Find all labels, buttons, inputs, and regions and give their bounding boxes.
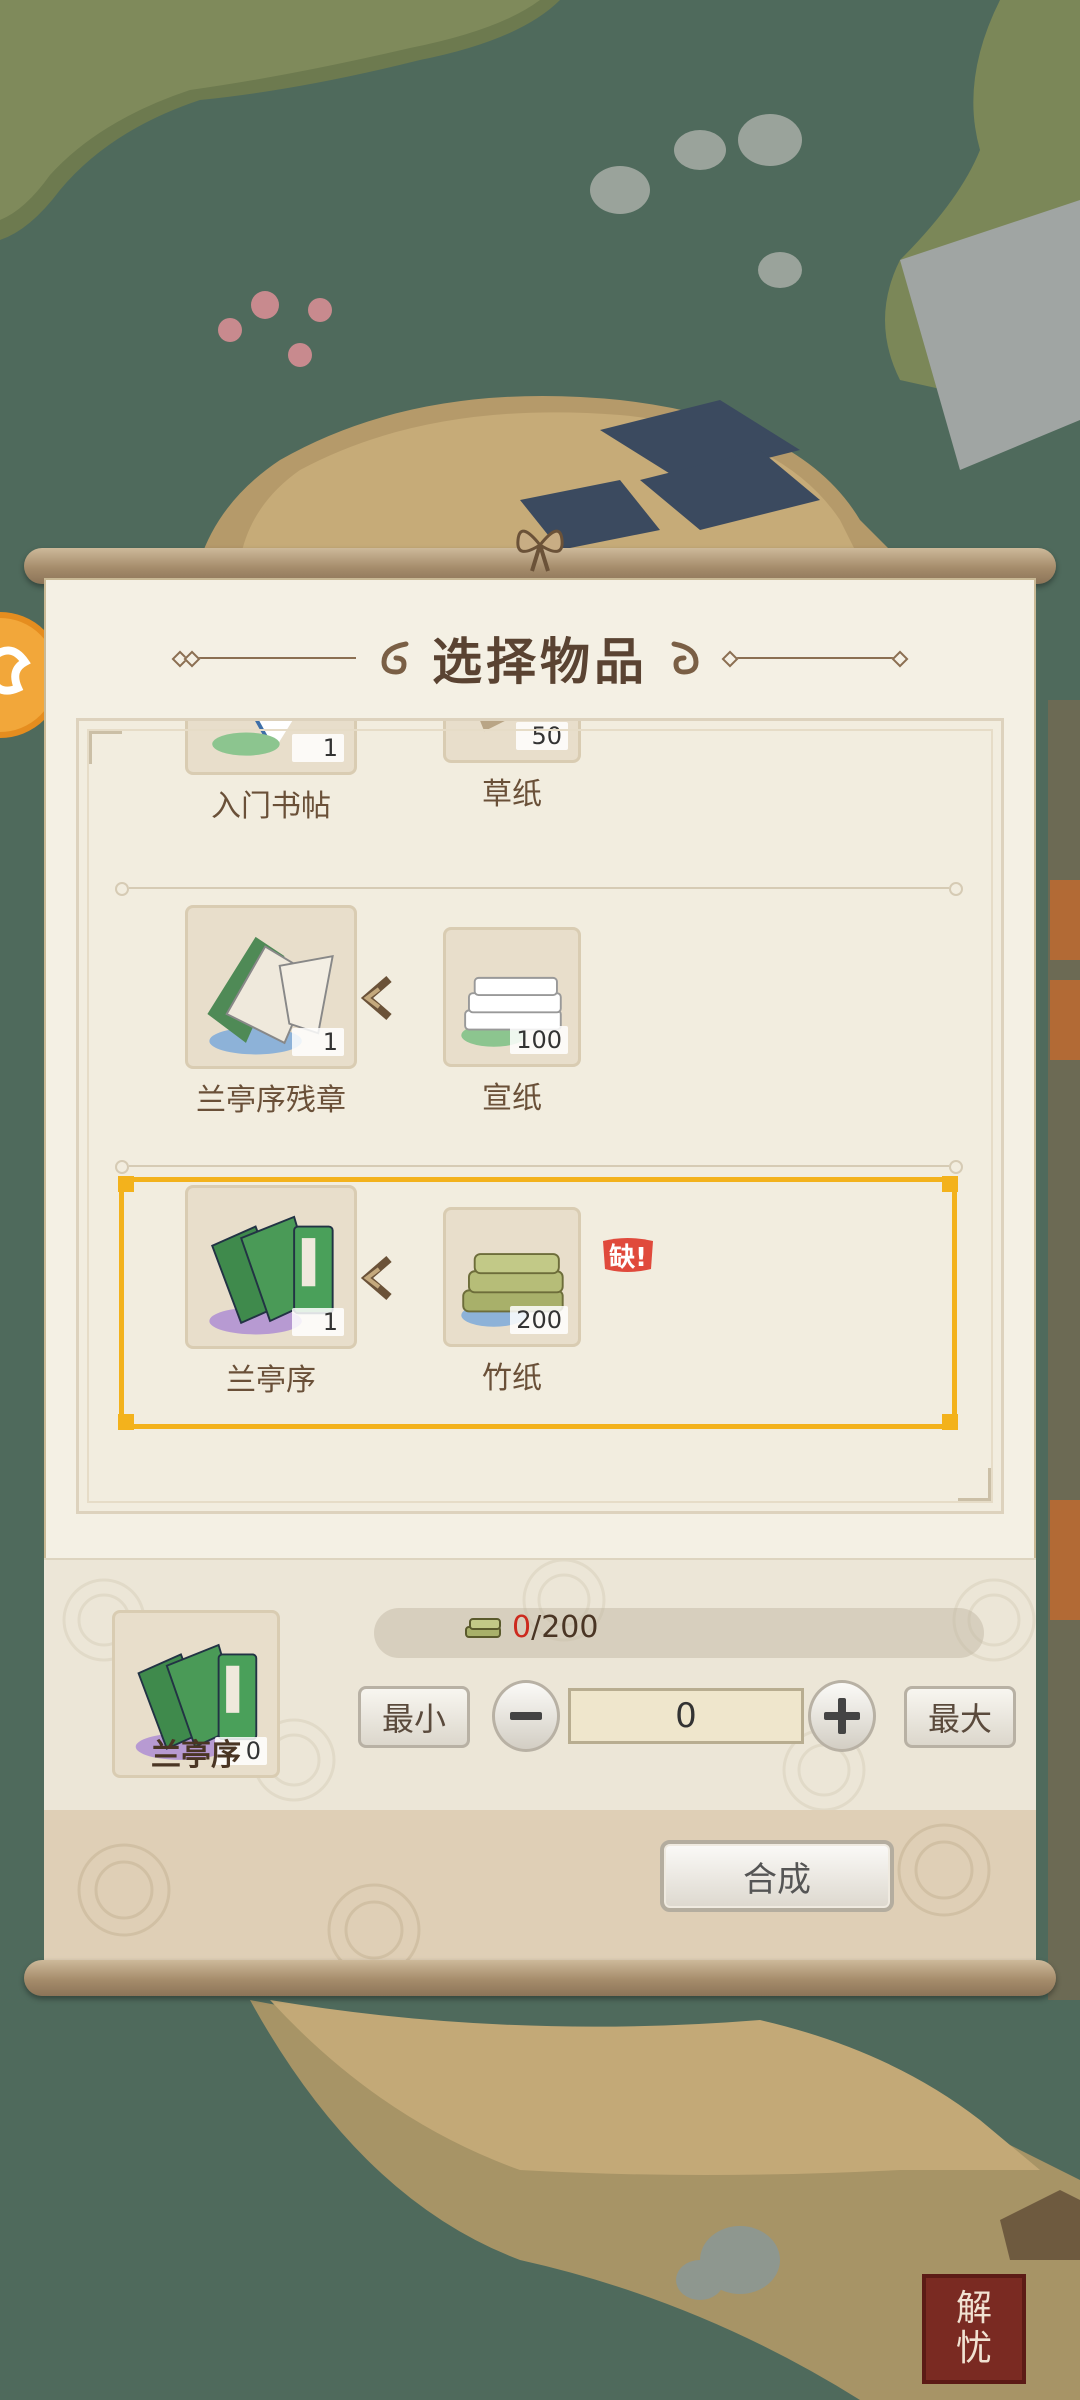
quantity-field[interactable]: 0 <box>568 1688 804 1744</box>
chevron-left-icon <box>357 718 397 721</box>
item-card: 50 <box>443 721 581 763</box>
recipe-row[interactable]: 1 入门书帖 50 草纸 <box>79 718 1001 871</box>
input-item[interactable]: 200 竹纸 <box>443 1207 581 1397</box>
item-card: 200 <box>443 1207 581 1347</box>
item-name: 兰亭序残章 <box>196 1083 346 1118</box>
item-card: 1 <box>185 721 357 775</box>
item-card: 100 <box>443 927 581 1067</box>
output-item[interactable]: 1 兰亭序 <box>185 1185 357 1399</box>
cost-need: /200 <box>531 1610 599 1645</box>
cost-have: 0 <box>512 1610 532 1645</box>
seal-text-bottom: 忧 <box>955 2328 992 2369</box>
output-item[interactable]: 1 入门书帖 <box>185 721 357 825</box>
item-name: 竹纸 <box>482 1361 542 1396</box>
result-name: 兰亭序 <box>151 1738 241 1773</box>
chevron-left-icon <box>360 975 392 1021</box>
output-item[interactable]: 1 兰亭序残章 <box>185 905 357 1119</box>
dialog-title: 选择物品 <box>432 632 648 691</box>
swirl-ornament-icon <box>381 641 409 675</box>
scroll-rod-bottom <box>24 1960 1056 1996</box>
row-divider <box>115 882 963 896</box>
dialog-header: 选择物品 <box>44 618 1036 698</box>
frame-corner <box>958 1468 991 1501</box>
recipe-list[interactable]: 1 入门书帖 50 草纸 1 兰亭序残章 100 宣纸 1 兰亭序 200 竹纸… <box>76 718 1004 1514</box>
input-item[interactable]: 100 宣纸 <box>443 927 581 1117</box>
scroll-knot-icon <box>516 529 564 572</box>
select-item-dialog: 选择物品 1 入门书帖 50 草纸 1 兰亭序残章 100 宣纸 1 兰亭序 2… <box>44 578 1036 1968</box>
increase-button[interactable] <box>808 1680 876 1752</box>
recipe-row-selected[interactable]: 1 兰亭序 200 竹纸 缺! <box>79 1173 1001 1433</box>
item-count: 1 <box>292 1308 344 1336</box>
corner-seal-button[interactable]: 解 忧 <box>922 2274 1026 2384</box>
dialog-footer: 合成 <box>44 1810 1036 1968</box>
decrease-button[interactable] <box>492 1680 560 1752</box>
plus-icon <box>824 1698 860 1734</box>
item-count: 1 <box>292 734 344 762</box>
title-ornament-left <box>186 657 356 659</box>
craft-button[interactable]: 合成 <box>660 1840 894 1912</box>
item-count: 1 <box>292 1028 344 1056</box>
item-count: 200 <box>510 1306 568 1334</box>
item-count: 100 <box>510 1026 568 1054</box>
seal-text-top: 解 <box>955 2288 992 2330</box>
item-name: 草纸 <box>482 777 542 812</box>
chevron-left-icon <box>360 1255 392 1301</box>
item-name: 入门书帖 <box>211 789 331 824</box>
material-cost: 0/200 <box>464 1610 598 1645</box>
bamboo-paper-icon <box>465 1617 501 1638</box>
minus-icon <box>510 1712 542 1720</box>
title-ornament-right <box>724 657 894 659</box>
min-button[interactable]: 最小 <box>358 1686 470 1748</box>
input-item[interactable]: 50 草纸 <box>443 721 581 813</box>
swirl-ornament-icon <box>671 641 699 675</box>
item-card: 1 <box>185 905 357 1069</box>
recipe-row[interactable]: 1 兰亭序残章 100 宣纸 <box>79 893 1001 1153</box>
missing-badge: 缺! <box>599 1235 657 1275</box>
missing-label: 缺! <box>609 1243 647 1273</box>
item-name: 宣纸 <box>482 1081 542 1116</box>
item-name: 兰亭序 <box>226 1363 316 1398</box>
craft-area: 0 兰亭序 0/200 最小 0 最大 <box>44 1558 1036 1812</box>
row-divider <box>115 1160 963 1174</box>
max-button[interactable]: 最大 <box>904 1686 1016 1748</box>
item-card: 1 <box>185 1185 357 1349</box>
item-count: 50 <box>516 722 568 750</box>
